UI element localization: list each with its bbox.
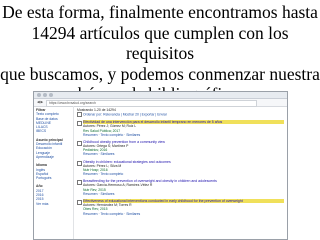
result-item: Effectiveness of educational interventio… (77, 199, 284, 216)
minimize-icon[interactable] (43, 93, 47, 97)
select-all-checkbox[interactable] (77, 112, 82, 118)
slide-caption: De esta forma, finalmente encontramos ha… (0, 2, 320, 105)
result-checkbox[interactable] (77, 160, 82, 166)
result-item: Breastfeeding for the prevention of over… (77, 179, 284, 196)
maximize-icon[interactable] (49, 93, 53, 97)
result-item: Efectividad de una intervención para el … (77, 120, 284, 137)
result-actions[interactable]: Resumen · Similares (83, 152, 284, 156)
filter-sidebar: Filtrar Texto completo Base de datos MED… (34, 106, 74, 239)
filter-option[interactable]: Ver más (36, 202, 73, 206)
close-icon[interactable] (37, 93, 41, 97)
result-checkbox[interactable] (77, 200, 82, 206)
result-checkbox[interactable] (77, 140, 82, 146)
filter-option[interactable]: Portugués (36, 176, 73, 180)
result-actions[interactable]: Resumen · Similares (83, 192, 284, 196)
filter-group: Filtrar Texto completo Base de datos MED… (36, 108, 73, 134)
caption-line-3: que buscamos, y podemos conmenzar nuestr… (0, 63, 320, 84)
result-actions[interactable]: Resumen · Texto completo · Similares (83, 212, 284, 216)
results-toolbar[interactable]: Ordenar por: Relevancia | Mostrar 20 | E… (77, 112, 284, 118)
filter-option[interactable]: Aprendizaje (36, 155, 73, 159)
caption-line-2: 14294 artículos que cumplen con los requ… (31, 22, 289, 64)
back-forward-icon[interactable]: ◀ ▶ (37, 99, 43, 106)
window-titlebar (34, 92, 287, 99)
results-toolbar-label: Ordenar por: Relevancia | Mostrar 20 | E… (83, 112, 167, 117)
result-checkbox[interactable] (77, 180, 82, 186)
filter-group: Asunto principal Desarrollo infantil Edu… (36, 138, 73, 159)
filter-option[interactable]: IBECS (36, 129, 73, 133)
result-actions[interactable]: Resumen · Texto completo (83, 172, 284, 176)
filter-group: Año 2017 2016 2015 Ver más (36, 184, 73, 205)
results-panel: Mostrando 1-20 de 14294 Ordenar por: Rel… (77, 106, 284, 239)
caption-line-1: De esta forma, finalmente encontramos ha… (2, 2, 318, 22)
filter-group: Idioma Inglés Español Portugués (36, 163, 73, 180)
result-item: Childhood obesity prevention from a comm… (77, 140, 284, 157)
result-checkbox[interactable] (77, 121, 82, 127)
result-item: Obesity in children: educational strateg… (77, 160, 284, 177)
browser-window: ◀ ▶ https://www.bvsalud.org/search Filtr… (33, 91, 288, 240)
result-actions[interactable]: Resumen · Texto completo · Similares (83, 133, 284, 137)
